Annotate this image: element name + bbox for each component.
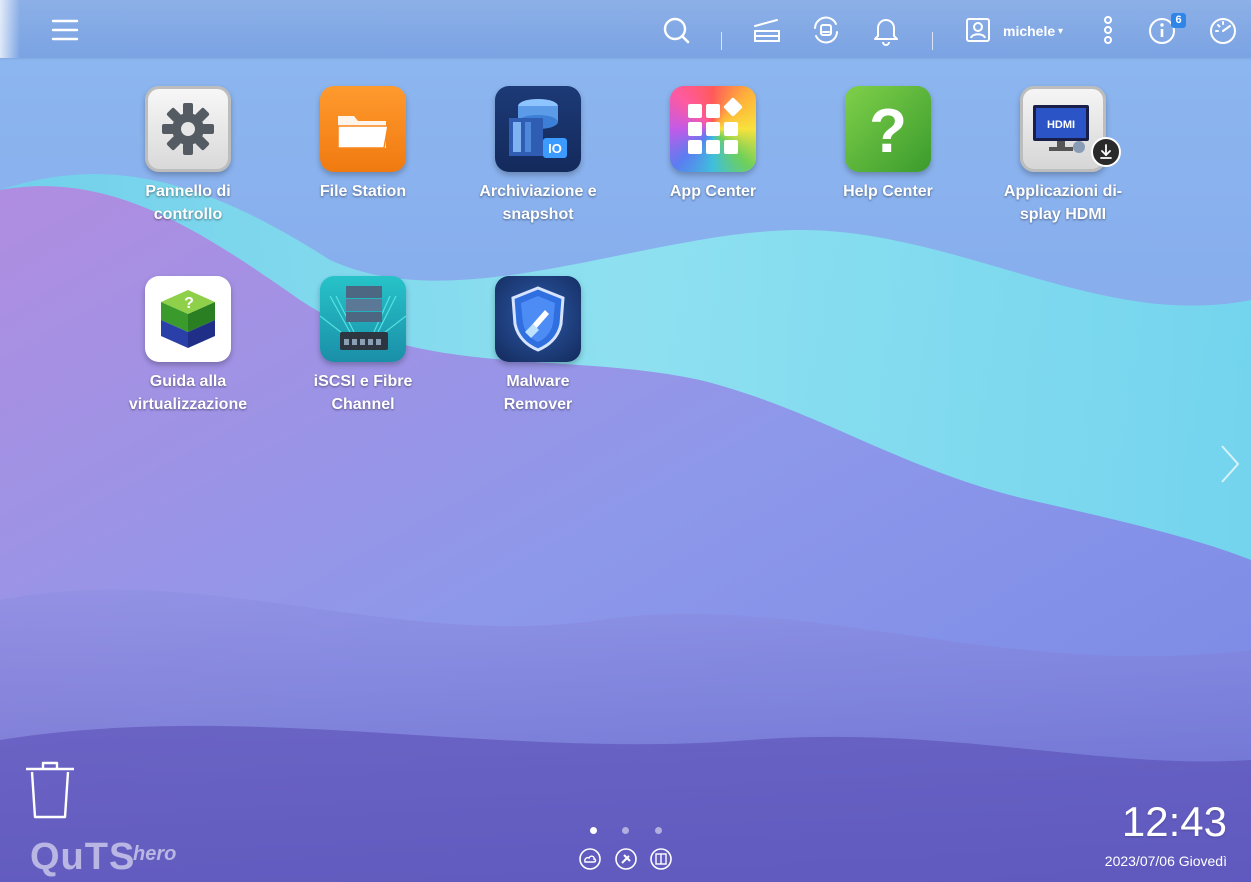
app-label-line: Pannello di [145, 183, 231, 200]
app-virtualization-guide[interactable]: ? Guida alla virtualizzazione [113, 276, 263, 416]
app-label-line: Remover [503, 396, 573, 413]
shield-broom-icon [495, 276, 581, 362]
app-label-line: snapshot [502, 206, 574, 223]
question-mark-icon: ? [845, 86, 931, 172]
brand-logo: QuTS [30, 836, 136, 878]
app-label: File Station [288, 180, 438, 203]
app-label: Help Center [813, 180, 963, 203]
app-file-station[interactable]: File Station [288, 86, 438, 203]
app-help-center[interactable]: ? Help Center [813, 86, 963, 203]
background-tasks-icon[interactable] [751, 14, 783, 46]
topbar-separator [932, 32, 933, 50]
iscsi-server-icon [320, 276, 406, 362]
app-label-line: Archiviazione e [479, 183, 597, 200]
svg-text:?: ? [184, 295, 194, 312]
app-malware-remover[interactable]: Malware Remover [463, 276, 613, 416]
app-label: Pannello di controllo [113, 180, 263, 226]
topbar-separator [721, 32, 722, 50]
app-label: Applicazioni di- splay HDMI [988, 180, 1138, 226]
folder-icon [320, 86, 406, 172]
app-label: App Center [638, 180, 788, 203]
download-icon [1091, 137, 1121, 167]
hamburger-menu-icon[interactable] [49, 14, 81, 46]
external-device-icon[interactable] [810, 14, 842, 46]
bell-icon[interactable] [870, 14, 902, 46]
user-icon[interactable] [962, 14, 994, 46]
chevron-down-icon[interactable]: ▾ [1058, 26, 1063, 37]
virtualization-cube-icon: ? [145, 276, 231, 362]
cloud-icon[interactable] [579, 848, 601, 870]
app-label-line: Guida alla [149, 373, 227, 390]
app-label: Guida alla virtualizzazione [113, 370, 263, 416]
app-label-line: File Station [319, 183, 407, 200]
clock-time: 12:43 [1121, 798, 1227, 845]
clock-date: 2023/07/06 Giovedì [1104, 853, 1227, 869]
search-icon[interactable] [660, 14, 692, 46]
app-storage-snapshots[interactable]: IO Archiviazione e snapshot [463, 86, 613, 226]
tools-icon[interactable] [615, 848, 637, 870]
page-dot[interactable] [655, 827, 662, 834]
trash-icon[interactable] [24, 760, 76, 820]
user-name[interactable]: michele [1003, 23, 1055, 39]
app-label-line: virtualizzazione [128, 396, 248, 413]
app-label-line: iSCSI e Fibre [313, 373, 413, 390]
app-label-line: controllo [153, 206, 223, 223]
app-label-line: splay HDMI [1019, 206, 1107, 223]
top-bar: michele ▾ 6 [0, 0, 1251, 58]
app-app-center[interactable]: App Center [638, 86, 788, 203]
gear-icon [145, 86, 231, 172]
topbar-accent [0, 0, 20, 58]
brand-logo-suffix: hero [133, 843, 177, 865]
app-iscsi-fibre-channel[interactable]: iSCSI e Fibre Channel [288, 276, 438, 416]
app-label-line: Applicazioni di- [1003, 183, 1123, 200]
svg-text:?: ? [869, 97, 907, 166]
app-hdmi-display[interactable]: HDMI Applicazioni di- splay HDMI [988, 86, 1138, 226]
page-dot[interactable] [622, 827, 629, 834]
chevron-right-icon[interactable] [1218, 442, 1242, 486]
app-control-panel[interactable]: Pannello di controllo [113, 86, 263, 226]
vertical-ellipsis-icon[interactable] [1092, 14, 1124, 46]
app-label-line: App Center [669, 183, 757, 200]
dashboard-gauge-icon[interactable] [1207, 14, 1239, 46]
hdmi-logo-text: HDMI [1047, 119, 1075, 131]
app-label: iSCSI e Fibre Channel [288, 370, 438, 416]
app-grid-icon [670, 86, 756, 172]
hdmi-monitor-icon: HDMI [1020, 86, 1121, 172]
app-label-line: Channel [331, 396, 395, 413]
page-dot-active[interactable] [590, 827, 597, 834]
app-label: Archiviazione e snapshot [463, 180, 613, 226]
book-icon[interactable] [650, 848, 672, 870]
storage-snapshot-icon: IO [495, 86, 581, 172]
app-label-line: Malware [506, 373, 570, 390]
app-label: Malware Remover [463, 370, 613, 416]
svg-text:IO: IO [548, 141, 562, 156]
app-label-line: Help Center [843, 183, 933, 200]
notification-count-badge: 6 [1171, 13, 1186, 28]
